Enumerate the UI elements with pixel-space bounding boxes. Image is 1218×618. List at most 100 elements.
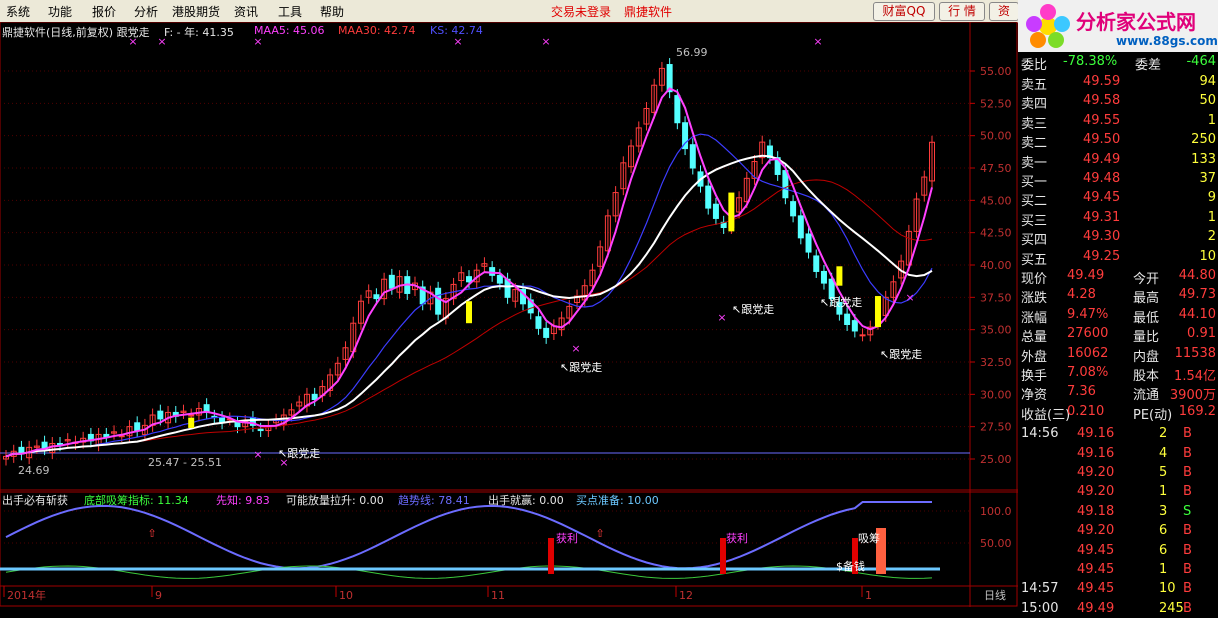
accumulate-mark: 吸筹: [858, 531, 880, 545]
kline-chart[interactable]: 55.00 52.50 50.00 47.50 45.00 42.50 40.00 37.50…: [0, 22, 1018, 607]
indicator-trend: 趋势线: 78.41: [398, 494, 470, 507]
brand-name: 鼎捷软件: [624, 5, 673, 19]
buy-row: 买三 49.31 1: [1021, 209, 1216, 229]
marker-x-icon: ×: [279, 456, 288, 469]
candle-body: [373, 294, 380, 300]
left-price-label: 24.69: [18, 464, 50, 477]
indicator-prophet: 先知: 9.83: [216, 494, 270, 507]
indicator-volume: 可能放量拉升: 0.00: [286, 494, 384, 507]
marker-x-icon: ×: [813, 35, 822, 48]
marker-x-icon: ×: [253, 448, 262, 461]
candle-body: [712, 203, 719, 219]
ks-value: KS: 42.74: [430, 24, 483, 37]
menu-tools[interactable]: 工具: [278, 3, 302, 20]
candle-body: [388, 274, 395, 289]
price-tick-label: 45.00: [980, 194, 1012, 207]
indicator-bottom: 底部吸筹指标: 11.34: [84, 494, 189, 507]
candle-body: [435, 287, 442, 315]
logo-title: 分析家公式网: [1076, 10, 1196, 34]
sell-row: 卖一 49.49 133: [1021, 151, 1216, 171]
signal-bar: [874, 296, 881, 328]
logo-url: www.88gs.com: [1116, 34, 1218, 48]
login-status[interactable]: 交易未登录: [551, 3, 611, 20]
buy-signal-tag: ↖跟党走: [732, 303, 774, 316]
buy-signal-tag: ↖跟党走: [820, 296, 862, 309]
up-arrow-icon: ⇧: [595, 527, 604, 540]
tick-row: 49.20 6 B: [1077, 523, 1192, 539]
stat-row: 换手 7.08% 股本 1.54亿: [1021, 365, 1216, 384]
stat-row: 外盘 16062 内盘 11538: [1021, 345, 1216, 365]
candle-body: [234, 422, 241, 428]
tick-row: 49.20 1 B: [1077, 484, 1192, 500]
candle-body: [489, 267, 496, 276]
money-mark: $备钱: [836, 559, 865, 573]
candle-body: [543, 327, 550, 338]
sell-row: 卖五 49.59 94: [1021, 74, 1216, 93]
profit-mark: 获利: [726, 532, 748, 545]
candle-body: [689, 144, 696, 169]
tick-row: 49.45 6 B: [1077, 542, 1192, 558]
candle-body: [157, 410, 164, 420]
market-button[interactable]: 行 情: [939, 2, 985, 21]
tick-row: 49.45 1 B: [1077, 562, 1192, 577]
logo-banner: 分析家公式网 www.88gs.com: [1018, 0, 1218, 52]
price-tick-label: 37.50: [980, 291, 1012, 304]
candle-body: [859, 334, 866, 337]
indicator-buy-ready: 买点准备: 10.00: [576, 494, 659, 507]
candle-body: [851, 320, 858, 332]
indicator-tick-label: 100.0: [980, 505, 1012, 518]
quote-panel: 委比 -78.38% 委差 -464 卖五 49.59 94 卖四 49.58 50 卖三 4…: [1019, 52, 1218, 616]
tick-row: 49.18 3 S: [1077, 503, 1192, 519]
buy-row: 买一 49.48 37: [1021, 171, 1216, 190]
profit-mark: 获利: [556, 532, 578, 545]
price-tick-label: 50.00: [980, 130, 1012, 143]
maa5-value: MAA5: 45.06: [254, 24, 325, 37]
marker-x-icon: ×: [905, 291, 914, 304]
candle-body: [311, 393, 318, 401]
menu-news[interactable]: 资讯: [234, 3, 258, 20]
candle-body: [820, 270, 827, 284]
x-axis-label: 1: [865, 589, 872, 602]
buy-row: 买二 49.45 9: [1021, 190, 1216, 210]
indicator-tick-label: 50.00: [980, 537, 1012, 550]
signal-bar: [836, 266, 843, 286]
tick-row: 14:57 49.45 10 B: [1021, 581, 1192, 597]
marker-x-icon: ×: [541, 35, 550, 48]
candle-body: [844, 313, 851, 325]
price-tick-label: 52.50: [980, 97, 1012, 110]
candle-body: [674, 95, 681, 124]
high-price-label: 56.99: [676, 46, 708, 59]
tick-row: 14:56 49.16 2 B: [1021, 426, 1192, 442]
marker-x-icon: ×: [571, 342, 580, 355]
menu-hk-futures[interactable]: 港股期货: [172, 3, 220, 20]
stat-row: 总量 27600 量比 0.91: [1021, 326, 1216, 346]
menu-system[interactable]: 系统: [6, 3, 30, 20]
caifu-qq-button[interactable]: 财富QQ: [873, 2, 935, 21]
price-tick-label: 40.00: [980, 259, 1012, 272]
candle-body: [805, 233, 812, 253]
price-tick-label: 32.50: [980, 356, 1012, 369]
tick-row: 15:00 49.49 245 B: [1021, 600, 1192, 616]
candle-body: [496, 274, 503, 284]
stat-row: 涨跌 4.28 最高 49.73: [1021, 287, 1216, 307]
stat-row: 涨幅 9.47% 最低 44.10: [1021, 306, 1216, 326]
menu-quote[interactable]: 报价: [92, 3, 116, 20]
menu-analysis[interactable]: 分析: [134, 3, 158, 20]
stock-title: 鼎捷软件(日线,前复权) 跟党走: [2, 26, 150, 39]
menu-function[interactable]: 功能: [48, 3, 72, 20]
chart-frame: [0, 22, 1018, 607]
price-tick-label: 25.00: [980, 453, 1012, 466]
low-range-label: 25.47 - 25.51: [148, 456, 222, 469]
buy-row: 买四 49.30 2: [1021, 229, 1216, 249]
signal-column: [548, 538, 554, 574]
period-label: 日线: [984, 588, 1006, 602]
info-button[interactable]: 资: [989, 2, 1019, 21]
buy-signal-tag: ↖跟党走: [880, 348, 922, 361]
buy-row: 买五 49.25 10: [1021, 248, 1216, 268]
tick-row: 49.16 4 B: [1077, 445, 1192, 461]
x-axis-label: 2014年: [7, 588, 46, 602]
candle-body: [790, 201, 797, 217]
x-axis-label: 12: [679, 589, 693, 602]
sell-row: 卖二 49.50 250: [1021, 132, 1216, 152]
menu-help[interactable]: 帮助: [320, 3, 344, 20]
